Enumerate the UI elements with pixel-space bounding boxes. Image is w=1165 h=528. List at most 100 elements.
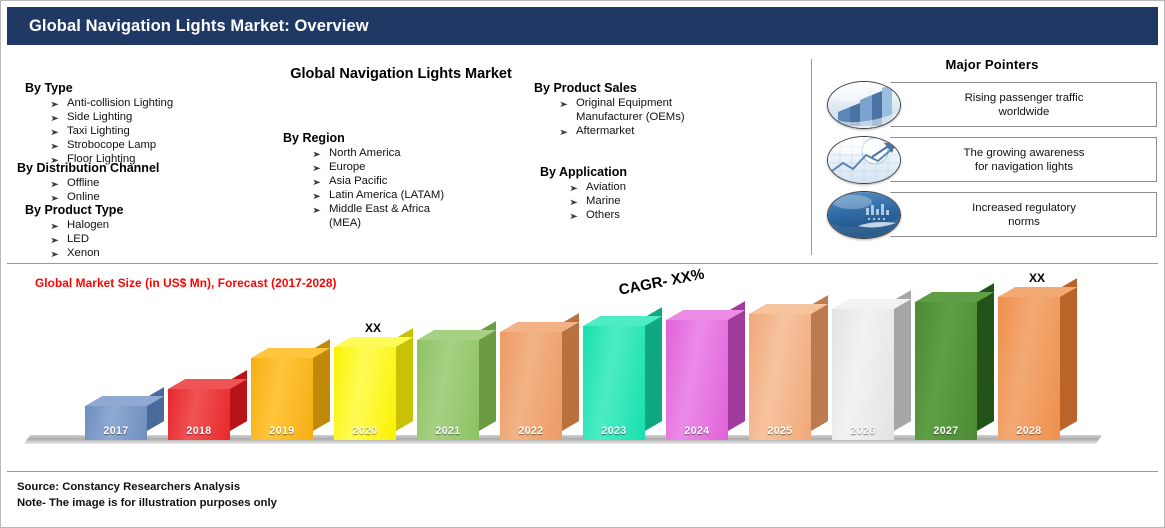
bar-chart-icon: [827, 81, 901, 129]
infographic-page: Global Navigation Lights Market: Overvie…: [0, 0, 1165, 528]
bar-2020: 2020: [334, 328, 414, 440]
list-item: Strobocope Lamp: [51, 138, 275, 152]
pointer-callout-box: Increased regulatory norms: [875, 192, 1157, 237]
list-item: Marine: [570, 194, 800, 208]
bar-year-label: 2026: [850, 425, 876, 437]
bar-chart-plot: 2017 2018 2019 2020 XX 2021 2022 2023 2024 2025 20…: [7, 264, 1158, 471]
segment-list: Aviation Marine Others: [540, 180, 800, 222]
bar-front-face: [583, 326, 645, 440]
bar-side-face: [894, 290, 911, 431]
bar-front-face: [500, 332, 562, 440]
list-item: Original Equipment Manufacturer (OEMs): [560, 96, 804, 124]
major-pointers-title: Major Pointers: [945, 57, 1039, 72]
list-item: Latin America (LATAM): [313, 188, 533, 202]
bar-side-face: [645, 307, 662, 431]
bar-side-face: [811, 295, 828, 431]
list-item: LED: [51, 232, 275, 246]
bar-2022: 2022: [500, 313, 580, 440]
bar-front-face: [998, 297, 1060, 440]
bar-side-face: [728, 301, 745, 431]
pointer-callout-box: Rising passenger traffic worldwide: [875, 82, 1157, 127]
segment-heading: By Distribution Channel: [17, 161, 160, 175]
pointer-callout-box: The growing awareness for navigation lig…: [875, 137, 1157, 182]
bar-year-label: 2020: [352, 425, 378, 437]
list-item: Side Lighting: [51, 110, 275, 124]
bar-2026: 2026: [832, 290, 912, 440]
pointer-label: Increased regulatory norms: [972, 201, 1076, 228]
pointer-item: Rising passenger traffic worldwide: [827, 80, 1157, 129]
bar-year-label: 2027: [933, 425, 959, 437]
bar-front-face: [666, 320, 728, 440]
bar-side-face: [1060, 278, 1077, 431]
segment-list: Halogen LED Xenon: [25, 218, 275, 260]
bar-2017: 2017: [85, 387, 165, 440]
segment-heading: By Application: [540, 165, 628, 179]
bar-year-label: 2024: [684, 425, 710, 437]
forecast-chart-panel: Global Market Size (in US$ Mn), Forecast…: [7, 263, 1158, 471]
segment-list: Original Equipment Manufacturer (OEMs) A…: [534, 96, 804, 138]
bar-value-label: XX: [364, 321, 381, 335]
segment-by-region: By Region North America Europe Asia Paci…: [283, 131, 533, 231]
pointer-item: The growing awareness for navigation lig…: [827, 135, 1157, 184]
segment-heading: By Region: [283, 131, 345, 145]
bar-side-face: [562, 313, 579, 431]
list-item: North America: [313, 146, 533, 160]
source-text: Source: Constancy Researchers Analysis: [17, 481, 241, 493]
market-center-title: Global Navigation Lights Market: [290, 66, 512, 82]
segment-heading: By Product Sales: [534, 81, 637, 95]
bar-2027: 2027: [915, 283, 995, 440]
bar-year-label: 2025: [767, 425, 793, 437]
bar-front-face: [915, 302, 977, 440]
bar-side-face: [147, 387, 164, 431]
list-item: Asia Pacific: [313, 174, 533, 188]
segmentation-area: By Type Anti-collision Lighting Side Lig…: [7, 51, 1158, 263]
footer: Source: Constancy Researchers Analysis N…: [7, 471, 1158, 521]
bar-year-label: 2023: [601, 425, 627, 437]
bar-year-label: 2028: [1016, 425, 1042, 437]
bar-2019: 2019: [251, 339, 331, 440]
bar-value-label: XX: [1028, 271, 1045, 285]
segment-list: Offline Online: [17, 176, 267, 204]
bar-year-label: 2022: [518, 425, 544, 437]
bar-2018: 2018: [168, 370, 248, 440]
bar-2023: 2023: [583, 307, 663, 440]
list-item: Xenon: [51, 246, 275, 260]
bar-year-label: 2019: [269, 425, 295, 437]
bar-2024: 2024: [666, 301, 746, 440]
segment-list: Anti-collision Lighting Side Lighting Ta…: [25, 96, 275, 166]
segment-by-type: By Type Anti-collision Lighting Side Lig…: [25, 81, 275, 166]
vertical-divider: [811, 59, 812, 255]
segment-by-distribution-channel: By Distribution Channel Offline Online: [17, 161, 267, 204]
list-item: Others: [570, 208, 800, 222]
pointer-label: Rising passenger traffic worldwide: [964, 91, 1084, 118]
bar-2028: 2028: [998, 278, 1078, 440]
segment-by-application: By Application Aviation Marine Others: [540, 165, 800, 222]
bar-year-label: 2021: [435, 425, 461, 437]
segment-heading: By Product Type: [25, 203, 124, 217]
page-title: Global Navigation Lights Market: Overvie…: [29, 16, 369, 35]
list-item: Middle East & Africa (MEA): [313, 202, 533, 230]
bar-year-label: 2017: [103, 425, 129, 437]
segment-by-product-sales: By Product Sales Original Equipment Manu…: [534, 81, 804, 138]
line-chart-icon: [827, 136, 901, 184]
major-pointers-panel: Major Pointers Rising passenger traffic …: [827, 57, 1157, 245]
bar-2025: 2025: [749, 295, 829, 440]
segment-list: North America Europe Asia Pacific Latin …: [283, 146, 533, 231]
note-text: Note- The image is for illustration purp…: [17, 497, 277, 509]
page-header: Global Navigation Lights Market: Overvie…: [7, 7, 1158, 45]
bar-side-face: [977, 283, 994, 431]
pointer-label: The growing awareness for navigation lig…: [963, 146, 1085, 173]
bar-year-label: 2018: [186, 425, 212, 437]
bar-front-face: [749, 314, 811, 440]
list-item: Anti-collision Lighting: [51, 96, 275, 110]
globe-icon: [827, 191, 901, 239]
list-item: Halogen: [51, 218, 275, 232]
segment-heading: By Type: [25, 81, 73, 95]
list-item: Offline: [51, 176, 267, 190]
segment-by-product-type: By Product Type Halogen LED Xenon: [25, 203, 275, 260]
bar-front-face: [832, 309, 894, 440]
bar-2021: 2021: [417, 321, 497, 440]
list-item: Europe: [313, 160, 533, 174]
list-item: Aftermarket: [560, 124, 804, 138]
list-item: Taxi Lighting: [51, 124, 275, 138]
